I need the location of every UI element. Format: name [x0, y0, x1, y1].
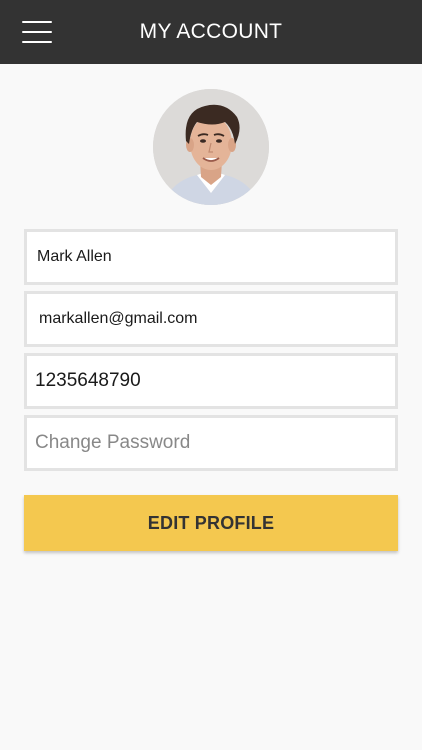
page-title: MY ACCOUNT [139, 20, 283, 43]
avatar-photo-icon [153, 89, 269, 205]
top-app-bar: MY ACCOUNT [0, 0, 422, 64]
avatar[interactable] [153, 89, 269, 205]
phone-field[interactable] [24, 353, 398, 409]
change-password-input[interactable] [27, 418, 395, 468]
menu-line [22, 21, 52, 23]
hamburger-menu-icon[interactable] [22, 18, 54, 46]
name-field[interactable] [24, 229, 398, 285]
email-field[interactable] [24, 291, 398, 347]
edit-profile-button[interactable]: EDIT PROFILE [24, 495, 398, 551]
menu-line [22, 41, 52, 43]
menu-line [22, 31, 52, 33]
phone-input[interactable] [27, 356, 395, 406]
email-input[interactable] [27, 294, 395, 344]
name-input[interactable] [27, 232, 395, 282]
password-field[interactable] [24, 415, 398, 471]
